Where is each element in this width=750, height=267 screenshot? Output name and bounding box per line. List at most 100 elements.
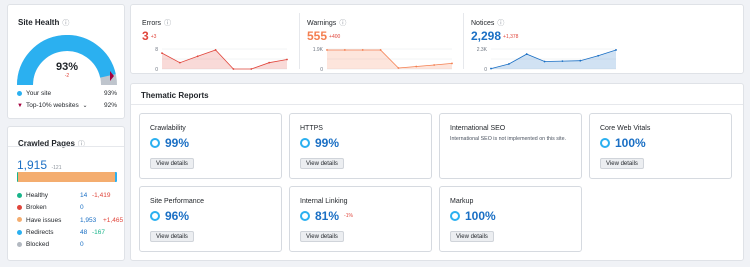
score-ring-icon: [600, 138, 610, 148]
crawled-total-change: -121: [51, 165, 62, 171]
tile-score: 100%: [450, 209, 496, 223]
tile-score: 96%: [150, 209, 189, 223]
thematic-tile-international-seo[interactable]: International SEO International SEO is no…: [439, 113, 582, 179]
score-ring-icon: [300, 211, 310, 221]
notices-value[interactable]: 2,298: [471, 29, 501, 43]
tile-score-value: 81%: [315, 209, 340, 223]
thematic-tile-https[interactable]: HTTPS 99% View details: [289, 113, 432, 179]
crawled-row-label: Broken: [26, 204, 47, 212]
crawled-row-value[interactable]: 0: [80, 240, 84, 250]
crawled-row-healthy[interactable]: Healthy 14 -1,419: [17, 191, 117, 201]
y-tick-label: 1.9K: [313, 47, 324, 53]
sparkline-point: [268, 61, 271, 64]
tile-title: International SEO: [450, 125, 506, 132]
y-tick-label: 0: [484, 67, 487, 71]
tile-title: HTTPS: [300, 125, 323, 132]
sparkline-point: [543, 60, 546, 63]
sparkline-point: [507, 63, 510, 65]
tile-score-change: -1%: [344, 213, 353, 219]
sparkline-point: [250, 68, 253, 70]
thematic-tile-crawlability[interactable]: Crawlability 99% View details: [139, 113, 282, 179]
thematic-tile-site-performance[interactable]: Site Performance 96% View details: [139, 186, 282, 252]
thematic-tile-internal-linking[interactable]: Internal Linking 81% -1% View details: [289, 186, 432, 252]
sparkline-point: [343, 49, 346, 51]
y-tick-label: 2.3K: [477, 47, 488, 53]
info-icon[interactable]: ⓘ: [339, 20, 346, 27]
crawled-row-value[interactable]: 1,953: [80, 216, 96, 226]
thematic-tile-core-web-vitals[interactable]: Core Web Vitals 100% View details: [589, 113, 732, 179]
tile-score-value: 99%: [315, 136, 340, 150]
status-dot: [17, 192, 22, 198]
top10-label: Top-10% websites: [25, 102, 79, 109]
tile-score-value: 96%: [165, 209, 190, 223]
view-details-button[interactable]: View details: [150, 231, 194, 242]
sparkline-point: [451, 62, 453, 65]
crawled-row-blocked[interactable]: Blocked 0: [17, 240, 117, 250]
errors-value[interactable]: 3: [142, 29, 149, 43]
view-details-button[interactable]: View details: [150, 158, 194, 169]
notices-change: +1,378: [503, 33, 519, 40]
crawled-row-value[interactable]: 14: [80, 191, 87, 201]
warnings-change: +400: [329, 33, 341, 40]
notices-sparkline: 2.3K 0: [477, 47, 617, 71]
sparkline-point: [178, 61, 181, 64]
crawled-row-label: Redirects: [26, 228, 54, 236]
tile-score: 81% -1%: [300, 209, 353, 223]
status-dot: [17, 205, 22, 211]
sparkline-point: [161, 52, 163, 55]
tile-title: Site Performance: [150, 198, 205, 205]
crawled-row-value[interactable]: 0: [80, 203, 84, 213]
site-health-title: Site Health: [18, 18, 60, 27]
warnings-value[interactable]: 555: [307, 29, 327, 43]
errors-change: +3: [150, 33, 157, 40]
chevron-down-icon[interactable]: ⌄: [83, 103, 88, 109]
legend-top10[interactable]: ▼ Top-10% websites ⌄ 92%: [17, 102, 117, 109]
view-details-button[interactable]: View details: [300, 158, 344, 169]
tile-score-value: 100%: [465, 209, 496, 223]
thematic-tile-markup[interactable]: Markup 100% View details: [439, 186, 582, 252]
crawled-row-label: Have issues: [26, 216, 62, 224]
view-details-button[interactable]: View details: [450, 231, 494, 242]
status-dot: [17, 241, 22, 247]
score-ring-icon: [150, 211, 160, 221]
sparkline-point: [214, 49, 217, 51]
divider: [463, 13, 464, 69]
divider: [131, 104, 743, 105]
crawled-stack-bar: [17, 172, 117, 182]
tile-title: Internal Linking: [300, 198, 348, 205]
info-icon[interactable]: ⓘ: [497, 20, 504, 27]
view-details-button[interactable]: View details: [300, 231, 344, 242]
metric-warnings: Warnings ⓘ 555 +400 1.9K 0: [307, 5, 457, 77]
crawled-row-have-issues[interactable]: Have issues 1,953 +1,465: [17, 216, 123, 226]
sparkline-point: [415, 65, 418, 68]
divider: [8, 146, 124, 147]
tile-score-value: 100%: [615, 136, 646, 150]
sparkline-area: [491, 50, 616, 69]
view-details-button[interactable]: View details: [600, 158, 644, 169]
site-health-card: Site Health ⓘ 93% -2 Your site 93% ▼ Top-1…: [7, 4, 125, 119]
tile-title: Crawlability: [150, 125, 186, 132]
tile-score: 99%: [300, 136, 339, 150]
sparkline-point: [615, 49, 617, 51]
crawled-row-value[interactable]: 48: [80, 228, 87, 238]
your-site-value: 93%: [103, 90, 117, 97]
sparkline-point: [361, 49, 364, 51]
sparkline-point: [597, 54, 600, 57]
y-tick-label: 0: [320, 67, 323, 71]
crawled-row-redirects[interactable]: Redirects 48 -167: [17, 228, 117, 238]
site-health-percent: 93%: [55, 61, 79, 73]
tile-note: International SEO is not implemented on …: [450, 136, 567, 142]
info-icon[interactable]: ⓘ: [164, 20, 171, 27]
warnings-label: Warnings: [307, 20, 337, 27]
sparkline-point: [579, 59, 582, 62]
crawled-total[interactable]: 1,915: [17, 158, 47, 172]
metric-errors: Errors ⓘ 3 +3 80: [142, 5, 292, 77]
info-icon[interactable]: ⓘ: [62, 20, 69, 27]
errors-label: Errors: [142, 20, 162, 27]
divider: [299, 13, 300, 69]
site-health-change: -2: [64, 73, 70, 79]
your-site-dot: [17, 90, 22, 96]
triangle-down-icon: ▼: [17, 103, 23, 109]
tile-title: Core Web Vitals: [600, 125, 651, 132]
crawled-row-broken[interactable]: Broken 0: [17, 203, 117, 213]
